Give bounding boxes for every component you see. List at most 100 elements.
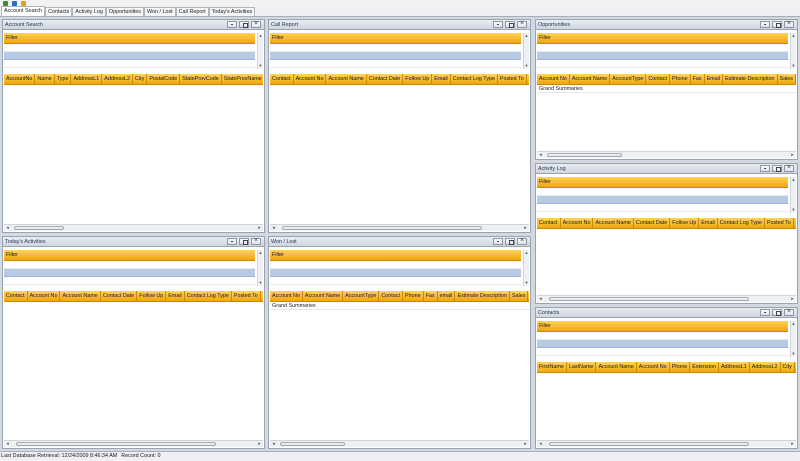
- filter-row[interactable]: [270, 261, 521, 269]
- filter-row[interactable]: [270, 269, 521, 277]
- minimize-button[interactable]: [493, 21, 503, 28]
- filter-vertical-scrollbar[interactable]: ▲ ▼: [523, 33, 529, 69]
- column-header[interactable]: Account Name: [593, 218, 634, 228]
- column-header[interactable]: Account Name: [60, 291, 101, 301]
- tab-account-search[interactable]: Account Search: [1, 6, 46, 16]
- close-button[interactable]: [251, 237, 261, 245]
- grid-horizontal-scrollbar[interactable]: ◂ ▸: [270, 224, 529, 231]
- column-header[interactable]: Fax: [691, 74, 705, 84]
- filter-vertical-scrollbar[interactable]: ▲ ▼: [523, 250, 529, 286]
- column-header[interactable]: Estimate Description: [723, 74, 778, 84]
- column-header[interactable]: AccountType: [610, 74, 647, 84]
- column-header[interactable]: Contact Date: [367, 74, 404, 84]
- filter-rows[interactable]: [4, 261, 255, 285]
- column-header[interactable]: Account Name: [326, 74, 367, 84]
- column-header[interactable]: Phone: [670, 74, 691, 84]
- maximize-button[interactable]: [239, 238, 249, 245]
- column-header[interactable]: Name: [35, 74, 55, 84]
- close-button[interactable]: [517, 20, 527, 28]
- tab-call-report[interactable]: Call Report: [175, 7, 209, 16]
- close-button[interactable]: [784, 20, 794, 28]
- close-button[interactable]: [784, 164, 794, 172]
- column-header[interactable]: Phone: [670, 362, 691, 372]
- column-header[interactable]: Posted To: [498, 74, 527, 84]
- filter-vertical-scrollbar[interactable]: ▲ ▼: [790, 321, 796, 357]
- column-header[interactable]: Sales: [778, 74, 796, 84]
- filter-row[interactable]: [537, 340, 788, 348]
- close-button[interactable]: [517, 237, 527, 245]
- column-header[interactable]: Phone: [403, 291, 424, 301]
- tab-todays-activities[interactable]: Today's Activities: [208, 7, 256, 16]
- maximize-button[interactable]: [772, 165, 782, 172]
- column-header[interactable]: AccountType: [343, 291, 380, 301]
- maximize-button[interactable]: [772, 21, 782, 28]
- column-header[interactable]: Account No: [270, 291, 303, 301]
- minimize-button[interactable]: [227, 238, 237, 245]
- filter-bar[interactable]: Filter: [4, 250, 255, 261]
- filter-row[interactable]: [537, 52, 788, 60]
- column-header[interactable]: AddressL2: [750, 362, 781, 372]
- column-header[interactable]: Estimate Description: [455, 291, 510, 301]
- column-header[interactable]: AddressL2: [102, 74, 134, 84]
- filter-row[interactable]: [537, 332, 788, 340]
- column-header[interactable]: StateProvCode: [180, 74, 222, 84]
- column-header[interactable]: Contact Date: [101, 291, 138, 301]
- column-header[interactable]: Contact: [4, 291, 28, 301]
- column-header[interactable]: Follow Up: [137, 291, 167, 301]
- filter-row[interactable]: [537, 44, 788, 52]
- filter-row[interactable]: [4, 52, 255, 60]
- filter-row[interactable]: [537, 204, 788, 212]
- filter-bar[interactable]: Filter: [537, 33, 788, 44]
- column-header[interactable]: Contact Log Type: [718, 218, 765, 228]
- filter-vertical-scrollbar[interactable]: ▲ ▼: [257, 250, 263, 286]
- column-header[interactable]: Contact: [270, 74, 294, 84]
- filter-row[interactable]: [4, 44, 255, 52]
- filter-row[interactable]: [537, 348, 788, 356]
- column-header[interactable]: Account No: [28, 291, 61, 301]
- column-header[interactable]: Account Name: [596, 362, 637, 372]
- minimize-button[interactable]: [760, 165, 770, 172]
- filter-bar[interactable]: Filter: [270, 250, 521, 261]
- column-header[interactable]: Follow Up: [670, 218, 700, 228]
- maximize-button[interactable]: [505, 21, 515, 28]
- column-header[interactable]: Account No: [637, 362, 670, 372]
- grid-horizontal-scrollbar[interactable]: ◂ ▸: [270, 440, 529, 447]
- column-header[interactable]: Email: [705, 74, 724, 84]
- column-header[interactable]: PostalCode: [147, 74, 181, 84]
- maximize-button[interactable]: [772, 309, 782, 316]
- minimize-button[interactable]: [493, 238, 503, 245]
- column-header[interactable]: AddressL1: [71, 74, 103, 84]
- filter-row[interactable]: [270, 52, 521, 60]
- grid-horizontal-scrollbar[interactable]: ◂ ▸: [537, 151, 796, 158]
- grid-horizontal-scrollbar[interactable]: ◂ ▸: [4, 440, 263, 447]
- column-header[interactable]: Fax: [424, 291, 438, 301]
- filter-row[interactable]: [4, 269, 255, 277]
- column-header[interactable]: Email: [432, 74, 451, 84]
- column-header[interactable]: email: [438, 291, 456, 301]
- column-header[interactable]: Contact Log Type: [451, 74, 498, 84]
- column-header[interactable]: FirstName: [537, 362, 567, 372]
- column-header[interactable]: City: [133, 74, 148, 84]
- minimize-button[interactable]: [760, 309, 770, 316]
- filter-bar[interactable]: Filter: [537, 177, 788, 188]
- column-header[interactable]: City: [781, 362, 795, 372]
- filter-vertical-scrollbar[interactable]: ▲ ▼: [790, 177, 796, 213]
- column-header[interactable]: Follow Up: [403, 74, 433, 84]
- column-header[interactable]: Account No: [537, 74, 570, 84]
- column-header[interactable]: StateProvName: [222, 74, 263, 84]
- close-button[interactable]: [784, 308, 794, 316]
- tab-contacts[interactable]: Contacts: [45, 7, 73, 16]
- column-header[interactable]: LastName: [567, 362, 597, 372]
- filter-row[interactable]: [537, 188, 788, 196]
- column-header[interactable]: Extension: [690, 362, 719, 372]
- close-button[interactable]: [251, 20, 261, 28]
- column-header[interactable]: Account Name: [303, 291, 344, 301]
- filter-rows[interactable]: [537, 44, 788, 68]
- filter-bar[interactable]: Filter: [4, 33, 255, 44]
- tab-opportunities[interactable]: Opportunities: [105, 7, 144, 16]
- column-header[interactable]: Account No: [294, 74, 327, 84]
- filter-row[interactable]: [270, 277, 521, 285]
- filter-vertical-scrollbar[interactable]: ▲ ▼: [790, 33, 796, 69]
- column-header[interactable]: Account Name: [570, 74, 611, 84]
- filter-rows[interactable]: [537, 332, 788, 356]
